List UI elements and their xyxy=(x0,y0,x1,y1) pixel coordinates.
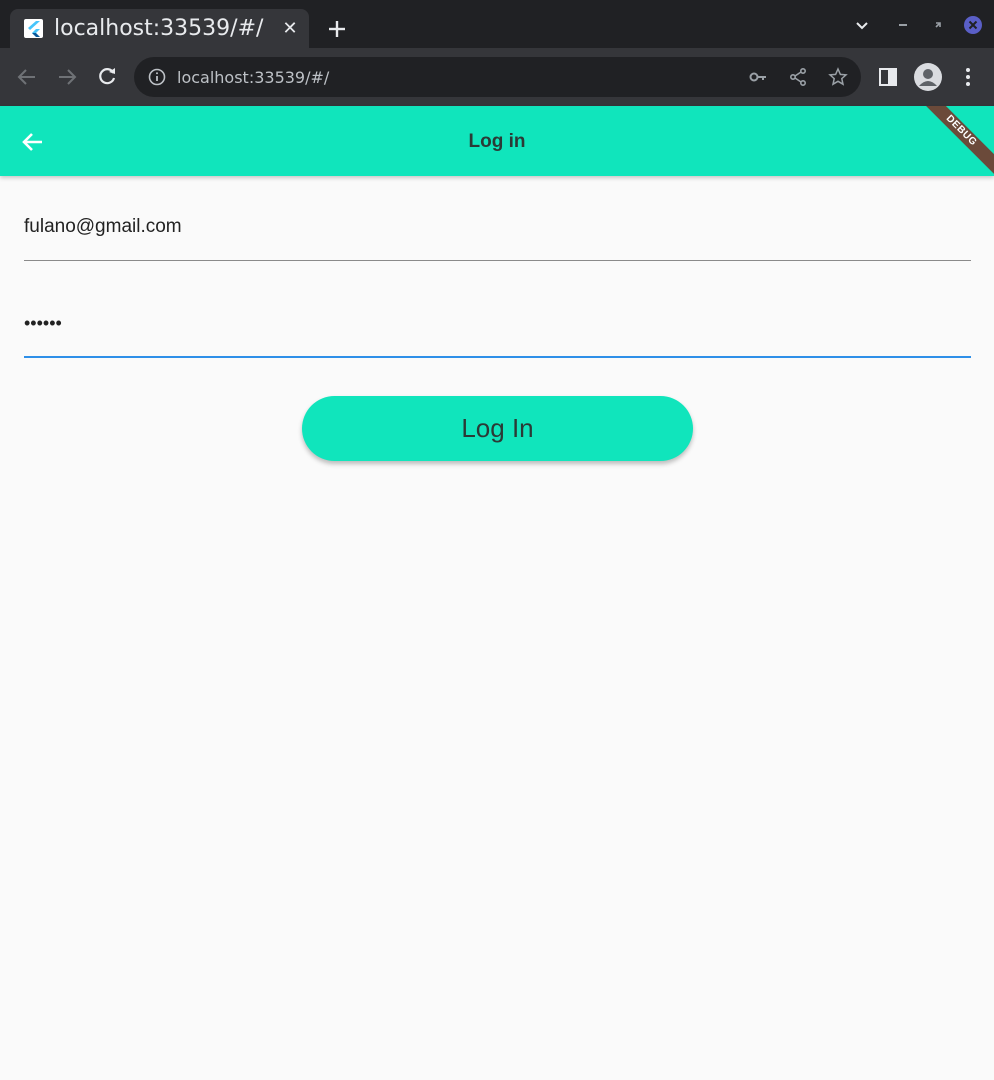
browser-tab[interactable]: localhost:33539/#/ ✕ xyxy=(10,9,309,48)
password-value: •••••• xyxy=(24,313,62,333)
email-underline xyxy=(24,260,971,261)
password-key-icon[interactable] xyxy=(748,67,768,87)
profile-avatar-icon[interactable] xyxy=(913,62,943,92)
password-underline-focused xyxy=(24,356,971,358)
tab-search-chevron-down-icon[interactable] xyxy=(851,14,873,36)
login-button[interactable]: Log In xyxy=(302,396,693,461)
side-panel-icon[interactable] xyxy=(876,65,900,89)
tab-title: localhost:33539/#/ xyxy=(54,16,264,41)
email-value: fulano@gmail.com xyxy=(24,216,182,237)
flutter-favicon-icon xyxy=(24,19,43,38)
app-bar: Log in DEBUG xyxy=(0,106,994,176)
share-icon[interactable] xyxy=(788,67,808,87)
url-text: localhost:33539/#/ xyxy=(177,68,330,87)
restore-icon[interactable] xyxy=(927,14,949,36)
password-field[interactable]: •••••• xyxy=(24,313,971,359)
back-arrow-icon[interactable] xyxy=(15,65,39,89)
email-field[interactable]: fulano@gmail.com xyxy=(24,216,971,262)
close-window-icon[interactable] xyxy=(962,14,984,36)
site-info-icon[interactable] xyxy=(147,67,167,87)
bookmark-star-icon[interactable] xyxy=(828,67,848,87)
forward-arrow-icon[interactable] xyxy=(55,65,79,89)
browser-tab-strip: localhost:33539/#/ ✕ xyxy=(0,0,994,48)
new-tab-plus-icon[interactable] xyxy=(324,16,350,42)
tab-close-icon[interactable]: ✕ xyxy=(280,18,300,38)
reload-icon[interactable] xyxy=(95,65,119,89)
minimize-icon[interactable] xyxy=(892,14,914,36)
address-bar[interactable]: localhost:33539/#/ xyxy=(134,57,861,97)
kebab-menu-icon[interactable] xyxy=(956,65,980,89)
page-title: Log in xyxy=(468,131,526,152)
browser-toolbar: localhost:33539/#/ xyxy=(0,48,994,106)
